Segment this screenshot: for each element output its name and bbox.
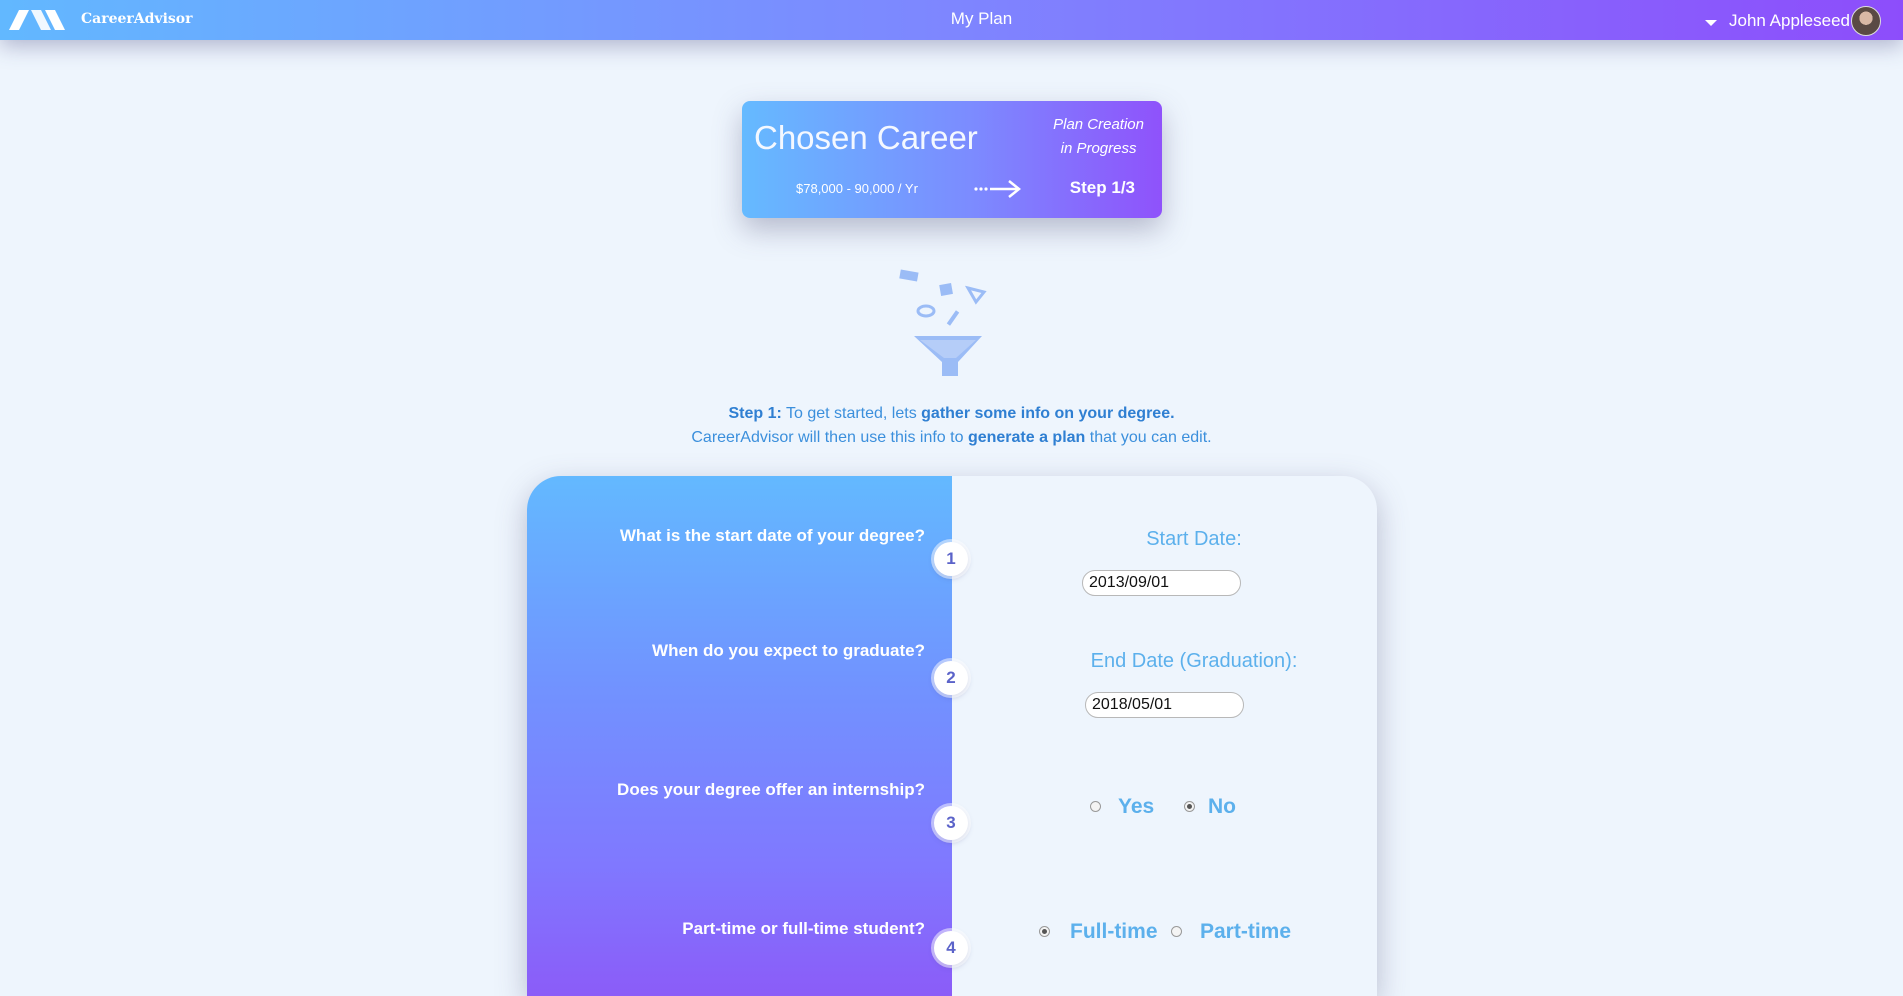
- caret-down-icon[interactable]: [1705, 19, 1717, 26]
- question-number-2: 2: [934, 661, 968, 695]
- career-card: Chosen Career $78,000 - 90,000 / Yr Plan…: [742, 101, 1162, 218]
- intro-line-2-a: CareerAdvisor will then use this info to: [691, 429, 968, 446]
- avatar[interactable]: [1851, 6, 1881, 36]
- full-time-radio[interactable]: [1039, 926, 1050, 937]
- question-number-1: 1: [934, 542, 968, 576]
- part-time-radio[interactable]: [1171, 926, 1182, 937]
- question-study-mode: Part-time or full-time student?: [682, 919, 925, 938]
- question-start-date: What is the start date of your degree?: [619, 526, 925, 545]
- start-date-label: Start Date:: [1146, 528, 1242, 550]
- page-title: My Plan: [950, 9, 1013, 28]
- full-time-label[interactable]: Full-time: [1070, 920, 1158, 944]
- question-number-3: 3: [934, 806, 968, 840]
- step-indicator: Step 1/3: [1069, 178, 1135, 197]
- part-time-label[interactable]: Part-time: [1200, 920, 1291, 944]
- question-number-4: 4: [934, 931, 968, 965]
- internship-yes-label[interactable]: Yes: [1118, 795, 1154, 819]
- questions-column: [527, 476, 952, 996]
- career-title: Chosen Career: [754, 119, 978, 156]
- internship-no-label[interactable]: No: [1208, 795, 1236, 819]
- plan-status: Plan Creation in Progress: [1053, 113, 1144, 161]
- degree-form: What is the start date of your degree? 1…: [527, 476, 1377, 996]
- funnel-icon: [899, 269, 987, 376]
- plan-status-line2: in Progress: [1060, 140, 1137, 157]
- intro-line-2-b: generate a plan: [967, 429, 1086, 446]
- question-graduation: When do you expect to graduate?: [652, 641, 925, 660]
- end-date-input[interactable]: [1085, 692, 1244, 718]
- intro-line-2: CareerAdvisor will then use this info to…: [0, 426, 1903, 450]
- end-date-label: End Date (Graduation):: [1090, 650, 1298, 672]
- dotted-arrow-icon: [974, 180, 1022, 198]
- internship-no-radio[interactable]: [1184, 801, 1195, 812]
- internship-yes-radio[interactable]: [1090, 801, 1101, 812]
- intro-line-1-a: To get started, lets: [781, 405, 922, 422]
- intro-line-1-b: gather some info on your degree.: [921, 405, 1175, 422]
- start-date-input[interactable]: [1082, 570, 1241, 596]
- intro-line-2-c: that you can edit.: [1085, 429, 1212, 446]
- user-name[interactable]: John Appleseed: [1729, 11, 1850, 31]
- plan-status-line1: Plan Creation: [1053, 116, 1144, 133]
- top-bar: CareerAdvisor My Plan John Appleseed: [0, 0, 1903, 40]
- career-salary: $78,000 - 90,000 / Yr: [796, 181, 918, 196]
- question-internship: Does your degree offer an internship?: [617, 780, 925, 799]
- intro-step-label: Step 1:: [728, 405, 782, 422]
- intro-line-1: Step 1: To get started, lets gather some…: [0, 402, 1903, 426]
- intro-text: Step 1: To get started, lets gather some…: [0, 402, 1903, 450]
- user-menu[interactable]: John Appleseed: [1705, 11, 1850, 31]
